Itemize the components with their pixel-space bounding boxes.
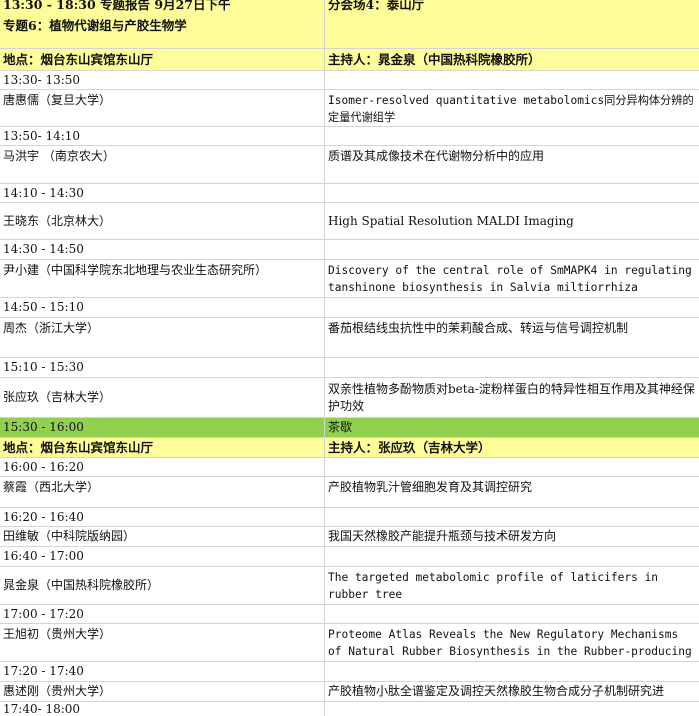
session1-time-row: 14:30 - 14:50 <box>0 240 699 260</box>
talk-time: 17:40- 18:00 <box>0 702 325 716</box>
empty-cell <box>325 127 699 145</box>
session2-time-row: 16:00 - 16:20 <box>0 458 699 477</box>
empty-cell <box>325 458 699 476</box>
venue-title: 分会场4：泰山厅 <box>328 0 425 12</box>
session2-talk-row: 田维敏（中科院版纳园） 我国天然橡胶产能提升瓶颈与技术研发方向 <box>0 527 699 547</box>
session1-talk-row: 马洪宇 （南京农大） 质谱及其成像技术在代谢物分析中的应用 <box>0 146 699 184</box>
break-time-cell: 15:30 - 16:00 <box>0 418 325 437</box>
empty-cell <box>325 298 699 317</box>
session1-talk-row: 王晓东（北京林大） High Spatial Resolution MALDI I… <box>0 203 699 240</box>
session2-talk-row: 惠述刚（贵州大学） 产胶植物小肽全谱鉴定及调控天然橡胶生物合成分子机制研究进 <box>0 682 699 702</box>
talk-time: 13:50- 14:10 <box>0 127 325 145</box>
session2-time-row: 17:00 - 17:20 <box>0 605 699 624</box>
session1-time-row: 14:50 - 15:10 <box>0 298 699 318</box>
session2-talk-row: 晁金泉（中国热科院橡胶所） The targeted metabolomic pr… <box>0 567 699 605</box>
talk-title-cell: 产胶植物乳汁管细胞发育及其调控研究 <box>328 480 533 494</box>
speaker-cell: 田维敏（中科院版纳园） <box>0 527 325 546</box>
talk-time: 16:00 - 16:20 <box>0 458 325 476</box>
empty-cell <box>325 508 699 526</box>
talk-title-cell: 质谱及其成像技术在代谢物分析中的应用 <box>328 149 545 163</box>
speaker-cell: 惠述刚（贵州大学） <box>0 682 325 701</box>
talk-time: 14:10 - 14:30 <box>0 184 325 202</box>
host-cell: 主持人：晁金泉（中国热科院橡胶所） <box>328 52 541 67</box>
speaker-cell: 蔡霞（西北大学） <box>0 477 325 507</box>
speaker-cell: 王旭初（贵州大学） <box>0 624 325 661</box>
talk-title-cell: 我国天然橡胶产能提升瓶颈与技术研发方向 <box>328 529 557 543</box>
talk-title-cell: 产胶植物小肽全谱鉴定及调控天然橡胶生物合成分子机制研究进 <box>328 684 665 698</box>
session-time-title: 13:30 - 18:30 专题报告 9月27日下午 <box>3 0 231 12</box>
session1-talk-row: 张应玖（吉林大学） 双亲性植物多酚物质对beta-淀粉样蛋白的特异性相互作用及其神… <box>0 378 699 418</box>
speaker-cell: 唐惠儒（复旦大学） <box>0 90 325 126</box>
empty-cell <box>325 358 699 377</box>
talk-time: 17:00 - 17:20 <box>0 605 325 623</box>
session2-talk-row: 蔡霞（西北大学） 产胶植物乳汁管细胞发育及其调控研究 <box>0 477 699 508</box>
empty-cell <box>325 71 699 89</box>
session1-time-row: 14:10 - 14:30 <box>0 184 699 203</box>
talk-time: 15:10 - 15:30 <box>0 358 325 377</box>
host-cell-2: 主持人：张应玖（吉林大学） <box>328 440 491 455</box>
talk-time: 16:40 - 17:00 <box>0 547 325 566</box>
break-label-cell: 茶歇 <box>328 420 353 434</box>
talk-title-cell: 双亲性植物多酚物质对beta-淀粉样蛋白的特异性相互作用及其神经保护功效 <box>328 381 695 413</box>
empty-cell <box>325 240 699 259</box>
empty-cell <box>325 605 699 623</box>
speaker-cell: 尹小建（中国科学院东北地理与农业生态研究所） <box>0 260 325 297</box>
speaker-cell: 王晓东（北京林大） <box>0 203 325 239</box>
empty-cell <box>325 184 699 202</box>
session1-time-row: 13:30- 13:50 <box>0 71 699 90</box>
empty-cell <box>325 662 699 681</box>
talk-title-cell: Isomer-resolved quantitative metabolomic… <box>328 94 694 124</box>
topic-title: 专题6：植物代谢组与产胶生物学 <box>3 18 187 33</box>
location-host-row-2: 地点：烟台东山宾馆东山厅 主持人：张应玖（吉林大学） <box>0 438 699 458</box>
session2-time-row: 16:40 - 17:00 <box>0 547 699 567</box>
talk-time: 16:20 - 16:40 <box>0 508 325 526</box>
talk-title-cell: The targeted metabolomic profile of lati… <box>328 571 659 601</box>
location-host-row: 地点：烟台东山宾馆东山厅 主持人：晁金泉（中国热科院橡胶所） <box>0 49 699 71</box>
session1-time-row: 15:10 - 15:30 <box>0 358 699 378</box>
session-header: 13:30 - 18:30 专题报告 9月27日下午 专题6：植物代谢组与产胶生… <box>0 0 699 49</box>
session1-talk-row: 尹小建（中国科学院东北地理与农业生态研究所） Discovery of the c… <box>0 260 699 298</box>
break-row: 15:30 - 16:00 茶歇 <box>0 418 699 438</box>
session2-time-row: 17:40- 18:00 <box>0 702 699 716</box>
schedule-sheet: 13:30 - 18:30 专题报告 9月27日下午 专题6：植物代谢组与产胶生… <box>0 0 699 716</box>
talk-title-cell: Proteome Atlas Reveals the New Regulator… <box>328 628 692 658</box>
empty-cell <box>325 702 699 716</box>
location-cell: 地点：烟台东山宾馆东山厅 <box>0 49 325 70</box>
session2-talk-row: 王旭初（贵州大学） Proteome Atlas Reveals the New … <box>0 624 699 662</box>
talk-title-cell: High Spatial Resolution MALDI Imaging <box>328 213 574 228</box>
session2-time-row: 17:20 - 17:40 <box>0 662 699 682</box>
talk-title-cell: 番茄根结线虫抗性中的茉莉酸合成、转运与信号调控机制 <box>328 321 629 335</box>
talk-time: 17:20 - 17:40 <box>0 662 325 681</box>
speaker-cell: 晁金泉（中国热科院橡胶所） <box>0 567 325 604</box>
talk-time: 14:50 - 15:10 <box>0 298 325 317</box>
session2-time-row: 16:20 - 16:40 <box>0 508 699 527</box>
talk-time: 13:30- 13:50 <box>0 71 325 89</box>
session-header-left: 13:30 - 18:30 专题报告 9月27日下午 专题6：植物代谢组与产胶生… <box>0 0 325 48</box>
empty-cell <box>325 547 699 566</box>
speaker-cell: 马洪宇 （南京农大） <box>0 146 325 183</box>
location-cell-2: 地点：烟台东山宾馆东山厅 <box>0 438 325 457</box>
talk-title-cell: Discovery of the central role of SmMAPK4… <box>328 264 692 294</box>
speaker-cell: 周杰（浙江大学） <box>0 318 325 357</box>
session1-talk-row: 唐惠儒（复旦大学） Isomer-resolved quantitative me… <box>0 90 699 127</box>
talk-time: 14:30 - 14:50 <box>0 240 325 259</box>
session1-time-row: 13:50- 14:10 <box>0 127 699 146</box>
speaker-cell: 张应玖（吉林大学） <box>0 378 325 417</box>
session1-talk-row: 周杰（浙江大学） 番茄根结线虫抗性中的茉莉酸合成、转运与信号调控机制 <box>0 318 699 358</box>
